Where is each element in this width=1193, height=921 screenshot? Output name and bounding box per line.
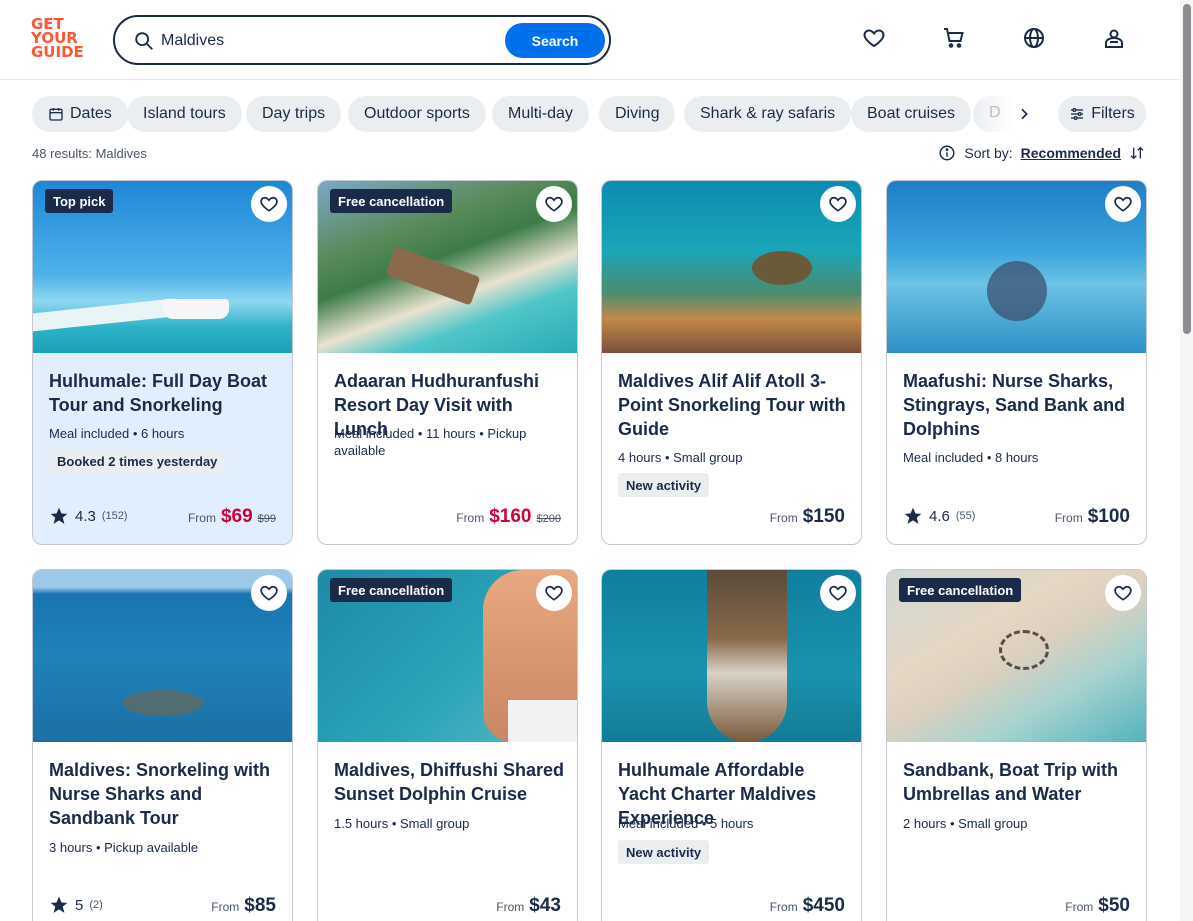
card-meta: Meal included • 6 hours — [49, 426, 185, 441]
star-icon — [904, 507, 922, 524]
activity-card[interactable]: Maafushi: Nurse Sharks, Stingrays, Sand … — [886, 180, 1147, 545]
card-meta: Meal included • 11 hours • Pickup availa… — [334, 426, 527, 458]
wishlist-heart-icon[interactable] — [820, 186, 856, 222]
getyourguide-logo[interactable]: GET YOUR GUIDE — [31, 17, 91, 63]
search-icon — [135, 32, 153, 50]
card-title[interactable]: Maldives, Dhiffushi Shared Sunset Dolphi… — [334, 758, 569, 806]
chip-dates[interactable]: Dates — [32, 96, 128, 132]
card-price: From $100 — [1054, 506, 1130, 527]
card-meta: Meal included • 5 hours — [618, 816, 754, 831]
card-meta: 2 hours • Small group — [903, 816, 1028, 831]
card-rating: 5 (2) — [49, 895, 103, 915]
card-tag: New activity — [618, 473, 710, 497]
card-meta: 1.5 hours • Small group — [334, 816, 470, 831]
activity-card[interactable]: Top pick Hulhumale: Full Day Boat Tour a… — [32, 180, 293, 545]
site-header: GET YOUR GUIDE Search — [0, 0, 1180, 80]
account-icon[interactable] — [1100, 24, 1128, 52]
card-title[interactable]: Maldives: Snorkeling with Nurse Sharks a… — [49, 758, 284, 830]
wishlist-heart-icon[interactable] — [1105, 575, 1141, 611]
chip-island-tours[interactable]: Island tours — [127, 96, 242, 132]
chip-partial[interactable]: D — [973, 96, 1013, 132]
activity-card[interactable]: Free cancellation Sandbank, Boat Trip wi… — [886, 569, 1147, 921]
activity-card[interactable]: Free cancellation Maldives, Dhiffushi Sh… — [317, 569, 578, 921]
card-price: From $150 — [769, 506, 845, 527]
card-badge: Free cancellation — [330, 189, 453, 213]
card-badge: Top pick — [45, 189, 114, 213]
wishlist-heart-icon[interactable] — [536, 575, 572, 611]
chip-outdoor-sports[interactable]: Outdoor sports — [348, 96, 486, 132]
card-price: From $450 — [769, 895, 845, 916]
card-meta: 3 hours • Pickup available — [49, 840, 199, 855]
scrollbar-track[interactable] — [1180, 0, 1193, 921]
wishlist-heart-icon[interactable] — [820, 575, 856, 611]
card-tag: New activity — [618, 840, 710, 864]
card-tag: Booked 2 times yesterday — [49, 449, 226, 473]
activity-card[interactable]: Maldives Alif Alif Atoll 3-Point Snorkel… — [601, 180, 862, 545]
activity-card[interactable]: Hulhumale Affordable Yacht Charter Maldi… — [601, 569, 862, 921]
card-price: From $43 — [496, 895, 561, 916]
info-icon[interactable] — [938, 144, 956, 162]
card-title[interactable]: Sandbank, Boat Trip with Umbrellas and W… — [903, 758, 1138, 806]
chip-multi-day[interactable]: Multi-day — [492, 96, 589, 132]
globe-icon[interactable] — [1020, 24, 1048, 52]
wishlist-heart-icon[interactable] — [251, 575, 287, 611]
star-icon — [50, 896, 68, 913]
activity-card[interactable]: Free cancellation Adaaran Hudhuranfushi … — [317, 180, 578, 545]
wishlist-heart-icon[interactable] — [251, 186, 287, 222]
chip-boat-cruises[interactable]: Boat cruises — [851, 96, 972, 132]
category-chips: Dates Island tours Day trips Outdoor spo… — [32, 96, 1032, 132]
wishlist-heart-icon[interactable] — [860, 24, 888, 52]
star-icon — [50, 507, 68, 524]
card-title[interactable]: Maldives Alif Alif Atoll 3-Point Snorkel… — [618, 369, 853, 441]
sort-value[interactable]: Recommended — [1021, 145, 1121, 161]
card-price: From $160 $200 — [456, 506, 561, 527]
wishlist-heart-icon[interactable] — [536, 186, 572, 222]
activity-card[interactable]: Maldives: Snorkeling with Nurse Sharks a… — [32, 569, 293, 921]
card-price: From $85 — [211, 895, 276, 916]
sliders-icon — [1071, 108, 1084, 120]
scrollbar-thumb[interactable] — [1183, 4, 1191, 334]
card-meta: Meal included • 8 hours — [903, 450, 1039, 465]
calendar-icon — [49, 108, 63, 121]
search-button[interactable]: Search — [505, 23, 605, 58]
sort-label: Sort by: — [964, 145, 1013, 161]
card-title[interactable]: Hulhumale: Full Day Boat Tour and Snorke… — [49, 369, 284, 417]
results-count: 48 results: Maldives — [32, 146, 147, 161]
sort-arrows-icon — [1130, 146, 1144, 160]
card-rating: 4.3 (152) — [49, 506, 128, 526]
card-rating: 4.6 (55) — [903, 506, 975, 526]
filters-button[interactable]: Filters — [1058, 96, 1146, 132]
chip-day-trips[interactable]: Day trips — [246, 96, 342, 132]
chevron-right-icon[interactable] — [1012, 102, 1036, 126]
card-price: From $50 — [1065, 895, 1130, 916]
card-meta: 4 hours • Small group — [618, 450, 743, 465]
chip-diving[interactable]: Diving — [599, 96, 676, 132]
search-input[interactable] — [161, 29, 491, 53]
wishlist-heart-icon[interactable] — [1105, 186, 1141, 222]
card-title[interactable]: Maafushi: Nurse Sharks, Stingrays, Sand … — [903, 369, 1138, 441]
sort-control[interactable]: Sort by: Recommended — [938, 144, 1145, 162]
chip-shark-ray-safaris[interactable]: Shark & ray safaris — [684, 96, 852, 132]
search-bar: Search — [113, 15, 611, 65]
cart-icon[interactable] — [940, 24, 968, 52]
card-badge: Free cancellation — [899, 578, 1022, 602]
card-price: From $69 $99 — [187, 506, 276, 527]
card-badge: Free cancellation — [330, 578, 453, 602]
